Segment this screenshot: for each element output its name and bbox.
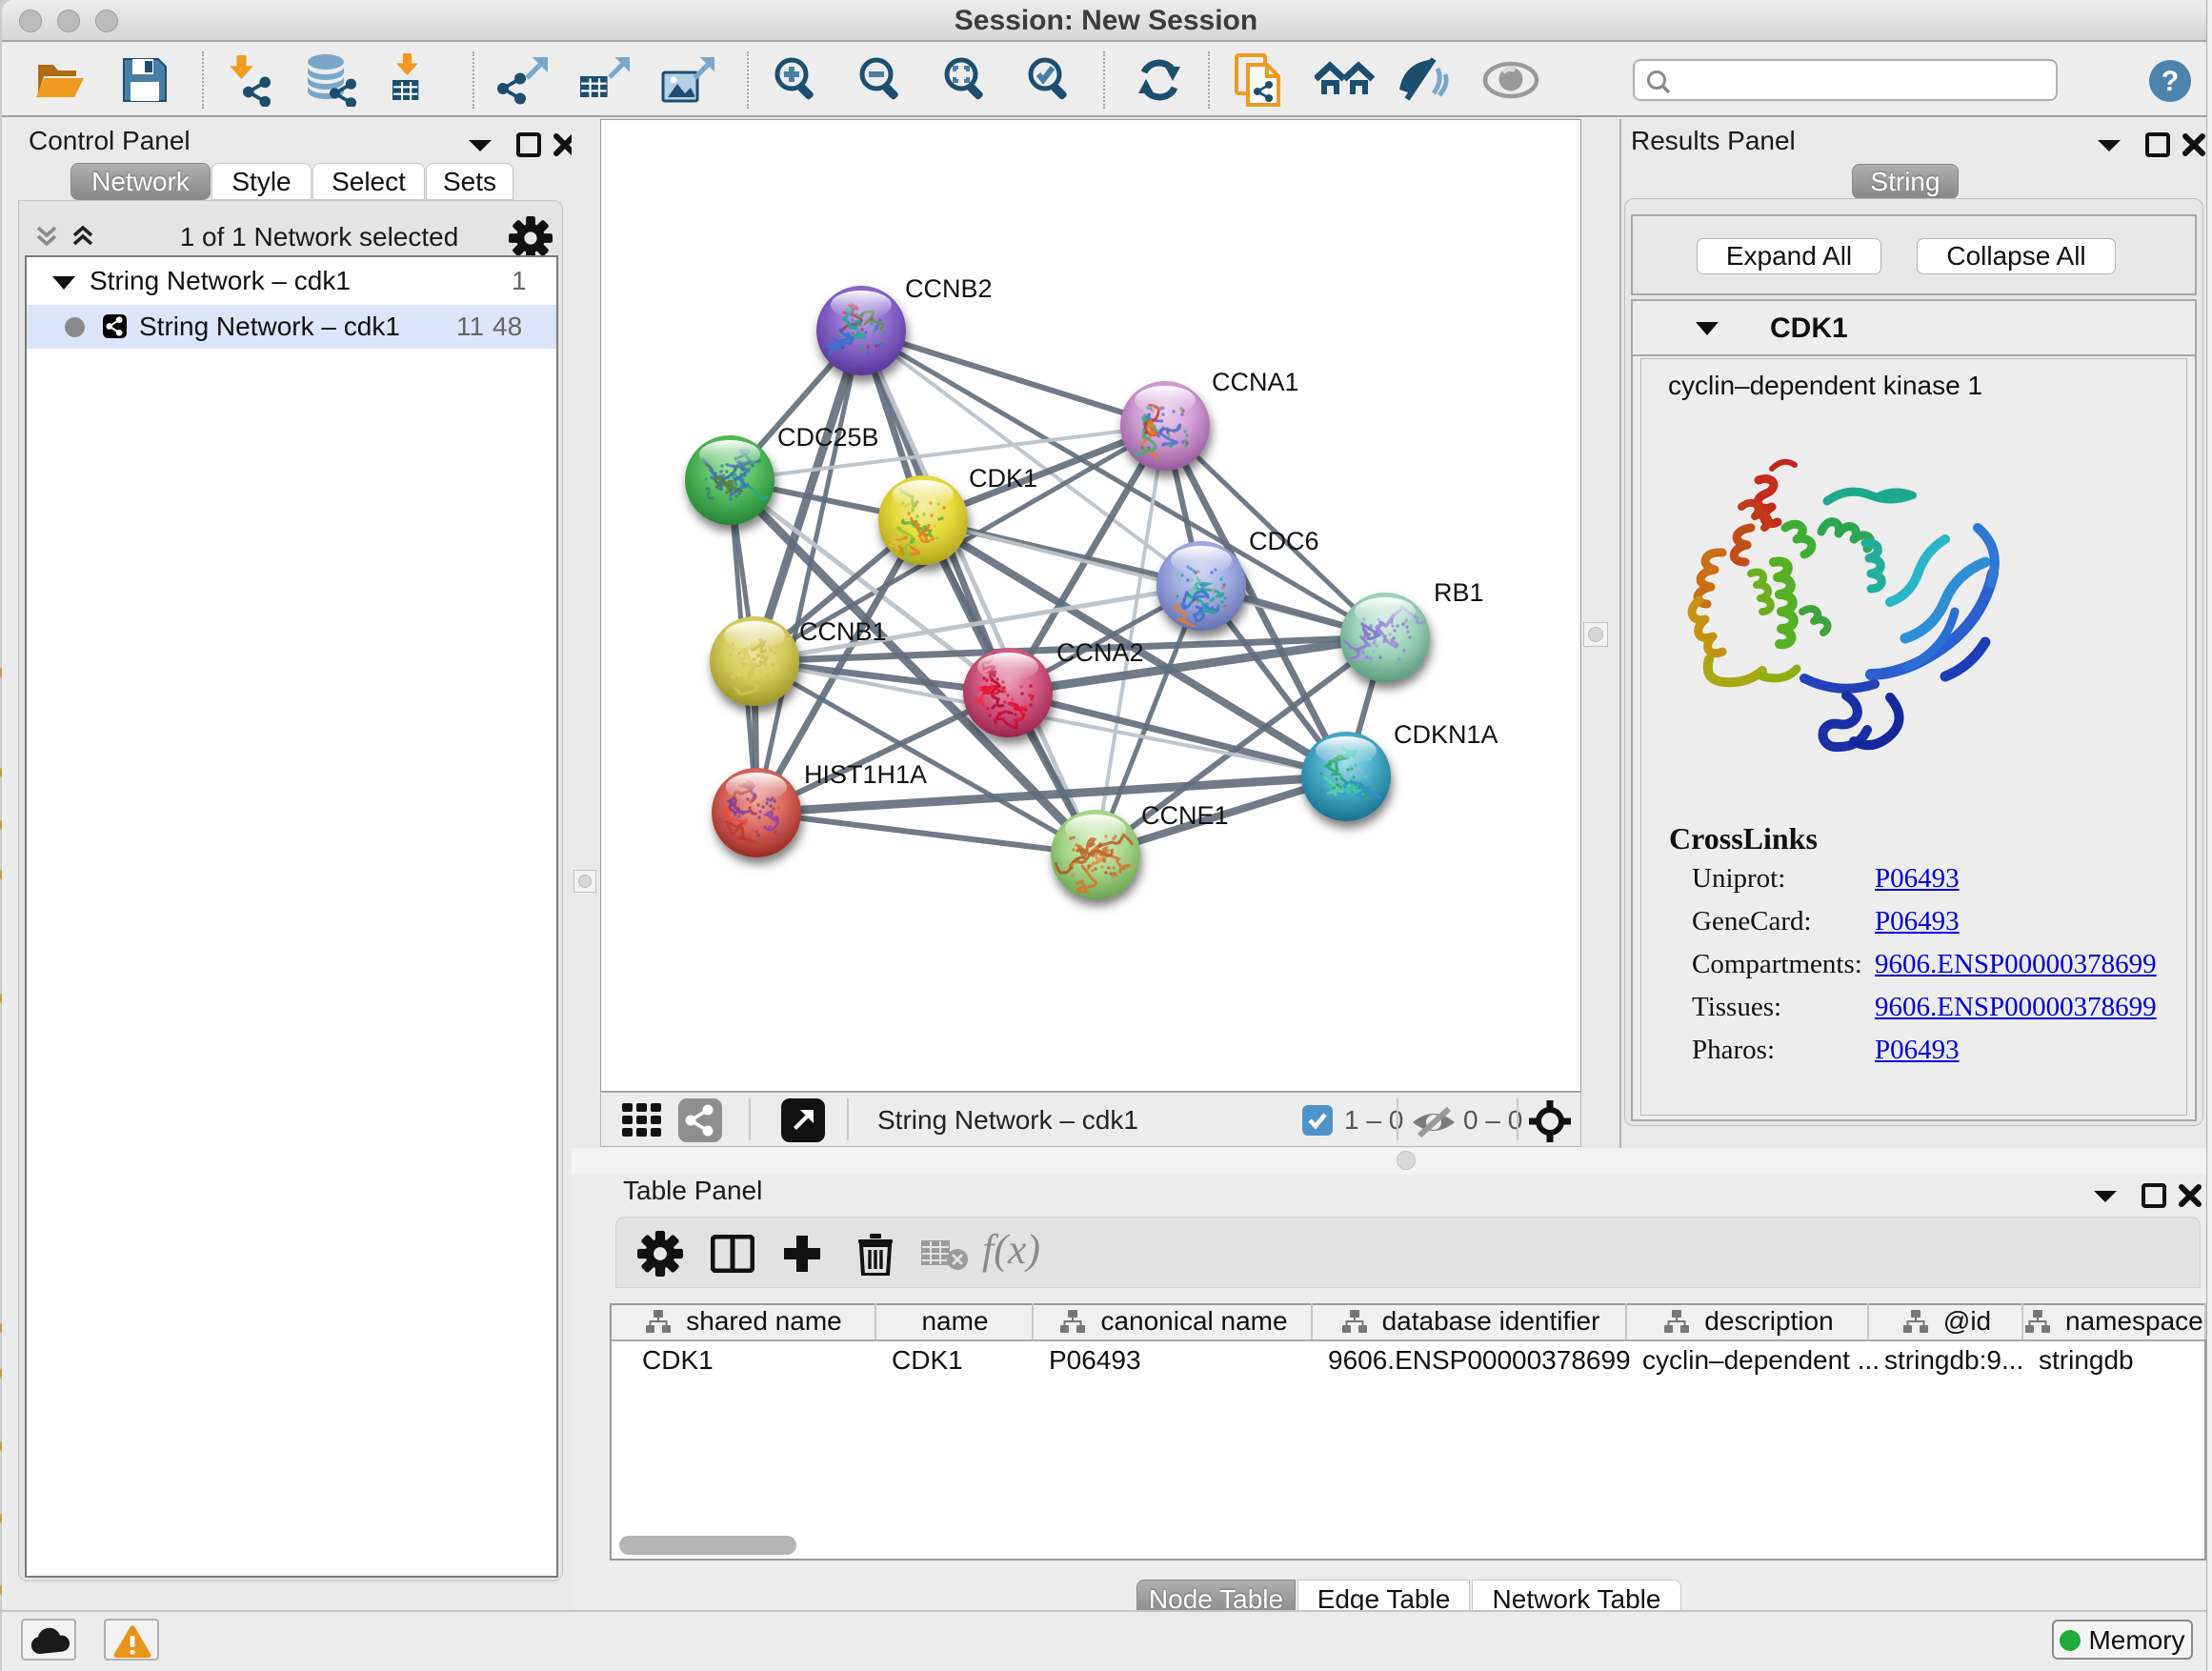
svg-text:?: ? bbox=[2162, 66, 2179, 97]
